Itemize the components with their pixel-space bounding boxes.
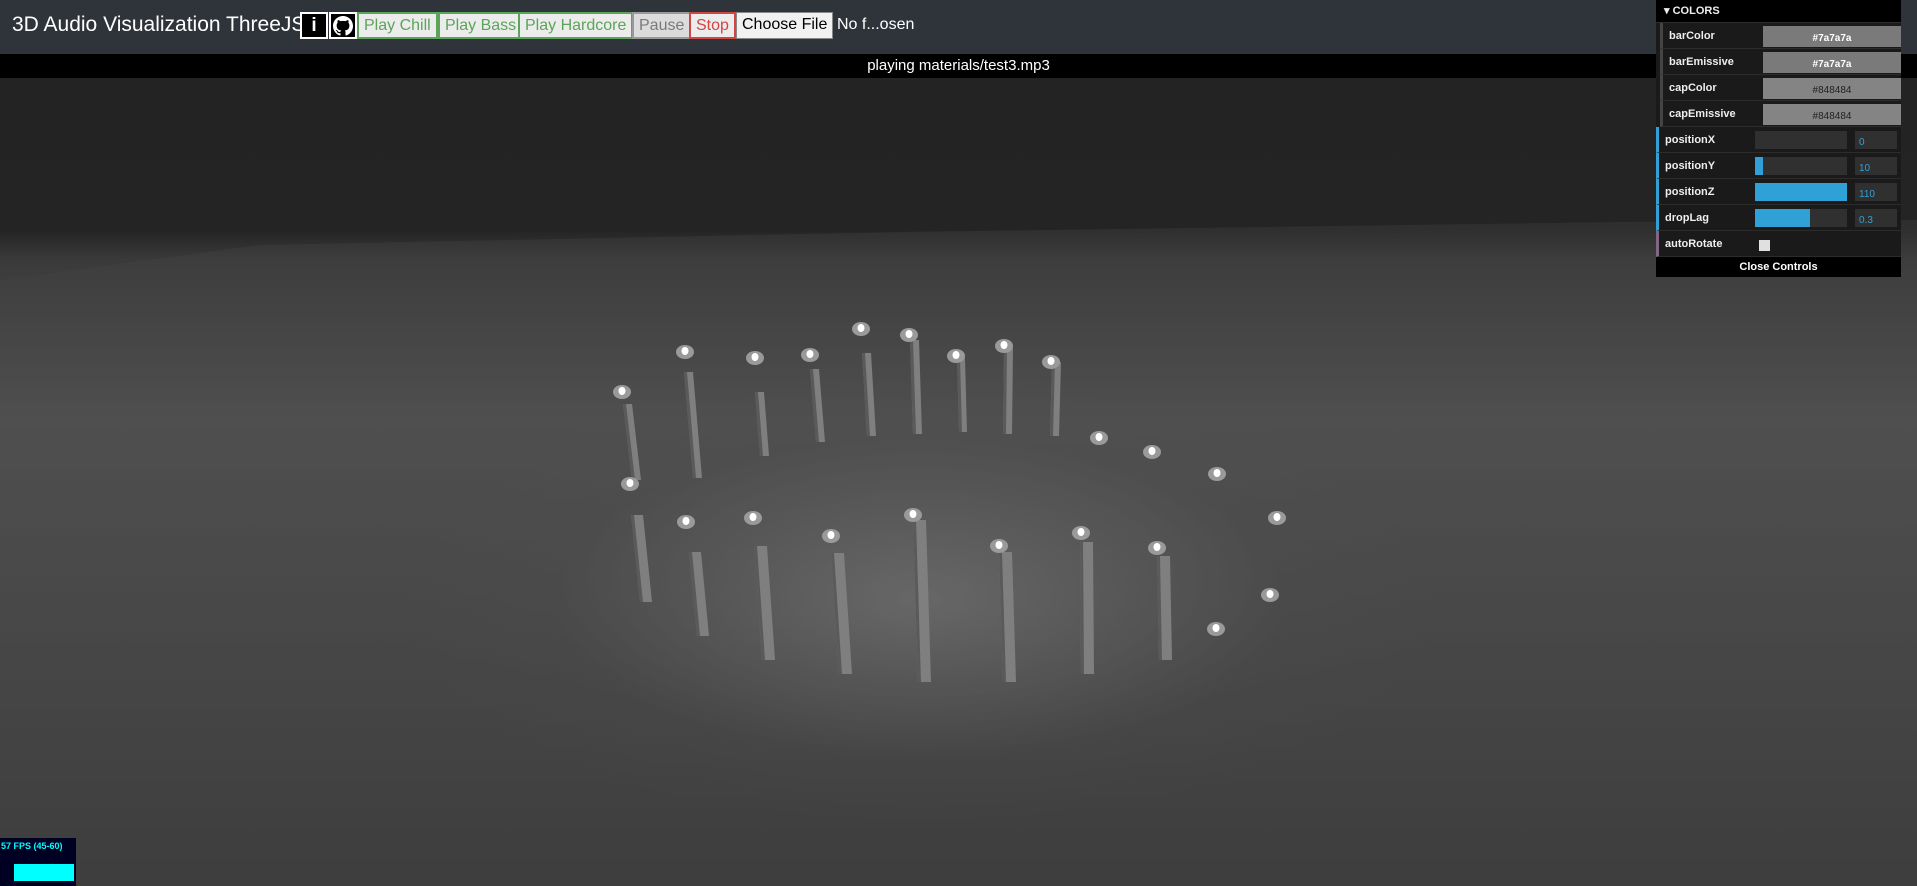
colors-folder-label: COLORS (1672, 5, 1720, 17)
github-icon (333, 16, 353, 36)
number-row-position-x: positionX 0 (1656, 127, 1901, 153)
bar-cap-highlight (1273, 513, 1281, 521)
bar-cap-highlight (952, 351, 960, 359)
bar-cap-highlight (751, 353, 759, 361)
number-row-position-y: positionY 10 (1656, 153, 1901, 179)
bar-cap-highlight (618, 387, 626, 395)
info-button[interactable]: i (300, 12, 328, 39)
bool-row-auto-rotate: autoRotate (1656, 231, 1901, 257)
auto-rotate-checkbox[interactable] (1759, 240, 1770, 251)
bar-cap-highlight (827, 531, 835, 539)
color-label: capColor (1669, 82, 1717, 94)
bar-cap-highlight (1148, 447, 1156, 455)
bar-cap-highlight (1000, 341, 1008, 349)
color-label: barEmissive (1669, 56, 1734, 68)
bar-cap-highlight (909, 510, 917, 518)
choose-file-button[interactable]: Choose File (736, 12, 834, 39)
stop-button[interactable]: Stop (689, 12, 736, 39)
slider[interactable] (1755, 209, 1847, 227)
file-name-label: No f...osen (837, 16, 915, 33)
number-row-drop-lag: dropLag 0.3 (1656, 205, 1901, 231)
app-title: 3D Audio Visualization ThreeJS (12, 13, 306, 36)
bar-cap-highlight (1213, 469, 1221, 477)
number-input[interactable]: 0 (1855, 131, 1897, 149)
bool-label: autoRotate (1665, 238, 1723, 250)
github-button[interactable] (329, 12, 357, 39)
bar-cap-highlight (1095, 433, 1103, 441)
bar-cap-highlight (1153, 543, 1161, 551)
close-controls-button[interactable]: Close Controls (1656, 257, 1901, 277)
status-text: playing materials/test3.mp3 (867, 57, 1050, 74)
number-row-position-z: positionZ 110 (1656, 179, 1901, 205)
slider[interactable] (1755, 183, 1847, 201)
color-picker[interactable]: #848484 (1763, 104, 1901, 125)
number-label: positionX (1665, 134, 1716, 146)
number-label: positionY (1665, 160, 1716, 172)
colors-folder-title[interactable]: ▾ COLORS (1656, 0, 1901, 23)
slider-fill (1755, 209, 1811, 227)
slider[interactable] (1755, 131, 1847, 149)
bar-cap-highlight (681, 347, 689, 355)
color-row-cap-color: capColor #848484 (1660, 75, 1901, 101)
slider-fill (1755, 157, 1764, 175)
bar-cap-highlight (905, 330, 913, 338)
number-input[interactable]: 110 (1855, 183, 1897, 201)
bar-cap-highlight (1077, 528, 1085, 536)
scene-floor (0, 220, 1917, 886)
slider[interactable] (1755, 157, 1847, 175)
color-label: barColor (1669, 30, 1715, 42)
number-input[interactable]: 0.3 (1855, 209, 1897, 227)
bar-cap-highlight (1047, 357, 1055, 365)
fps-stats-panel[interactable]: 57 FPS (45-60) (0, 838, 76, 886)
number-label: positionZ (1665, 186, 1715, 198)
number-input[interactable]: 10 (1855, 157, 1897, 175)
bar-cap-highlight (749, 513, 757, 521)
bar-cap-highlight (806, 350, 814, 358)
bar-cap-highlight (626, 479, 634, 487)
color-picker[interactable]: #848484 (1763, 78, 1901, 99)
status-bar: playing materials/test3.mp3 (0, 54, 1917, 78)
fps-graph (14, 864, 74, 881)
number-label: dropLag (1665, 212, 1709, 224)
color-label: capEmissive (1669, 108, 1736, 120)
bar-cap-highlight (682, 517, 690, 525)
color-row-cap-emissive: capEmissive #848484 (1660, 101, 1901, 127)
bar-cap-highlight (1212, 624, 1220, 632)
bar-cap-highlight (1266, 590, 1274, 598)
top-toolbar: 3D Audio Visualization ThreeJS i Play Ch… (0, 0, 1917, 54)
color-row-bar-emissive: barEmissive #7a7a7a (1660, 49, 1901, 75)
controls-panel: ▾ COLORS barColor #7a7a7a barEmissive #7… (1656, 0, 1901, 277)
slider-fill (1755, 183, 1847, 201)
play-hardcore-button[interactable]: Play Hardcore (518, 12, 634, 39)
visualizer-canvas[interactable] (0, 0, 1917, 886)
triangle-down-icon: ▾ (1664, 5, 1670, 17)
play-chill-button[interactable]: Play Chill (357, 12, 438, 39)
color-row-bar-color: barColor #7a7a7a (1660, 23, 1901, 49)
bar-cap-highlight (857, 324, 865, 332)
color-picker[interactable]: #7a7a7a (1763, 52, 1901, 73)
bar-cap-highlight (995, 541, 1003, 549)
fps-text: 57 FPS (45-60) (1, 841, 63, 851)
color-picker[interactable]: #7a7a7a (1763, 26, 1901, 47)
pause-button[interactable]: Pause (632, 12, 692, 39)
play-bass-button[interactable]: Play Bass (438, 12, 524, 39)
